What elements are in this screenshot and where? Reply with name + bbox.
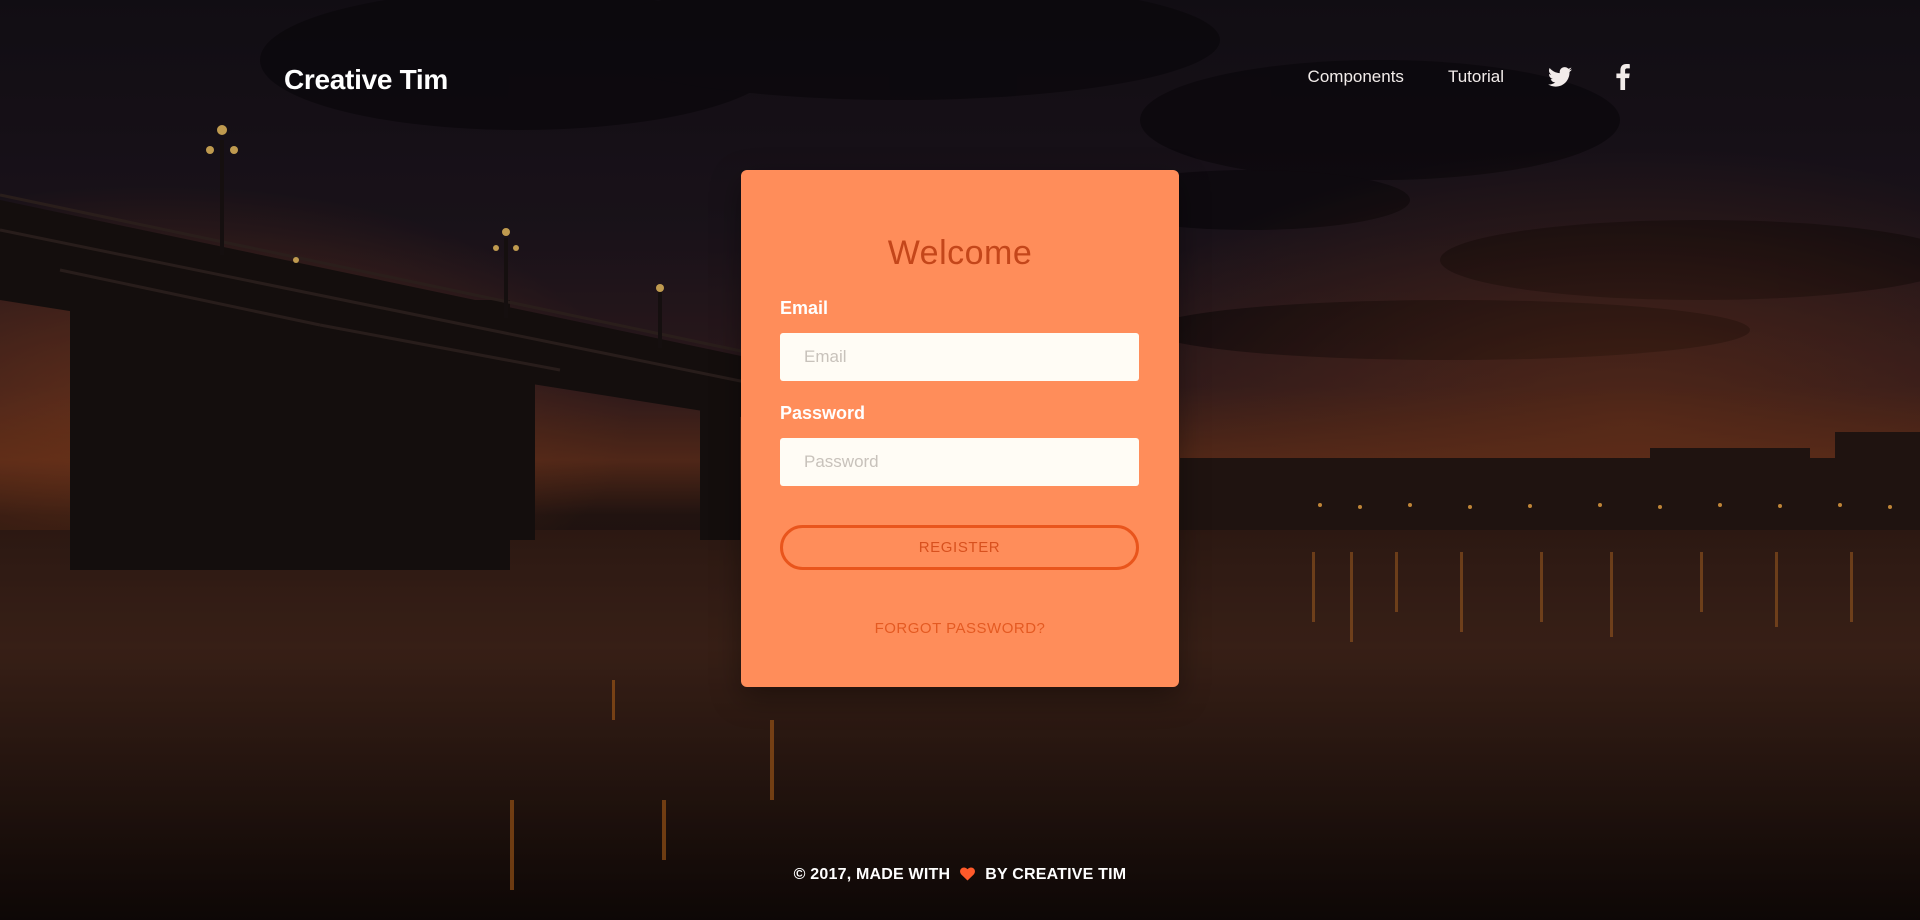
nav-link-components[interactable]: Components [1308, 67, 1404, 87]
page: Creative Tim Components Tutorial Welcome… [0, 0, 1920, 920]
twitter-link[interactable] [1548, 67, 1572, 87]
email-label: Email [780, 298, 829, 318]
register-card: Welcome Email Password REGISTER FORGOT P… [741, 170, 1179, 687]
facebook-icon [1616, 64, 1630, 90]
register-button[interactable]: REGISTER [780, 525, 1139, 570]
email-input[interactable] [780, 333, 1139, 381]
nav-link-tutorial[interactable]: Tutorial [1448, 67, 1504, 87]
heart-icon [960, 867, 976, 886]
password-input[interactable] [780, 438, 1139, 486]
password-label: Password [780, 403, 866, 423]
twitter-icon [1548, 67, 1572, 87]
top-nav: Components Tutorial [1308, 64, 1630, 90]
brand-logo-link[interactable]: Creative Tim [284, 64, 448, 96]
forgot-password-link[interactable]: FORGOT PASSWORD? [741, 620, 1179, 637]
facebook-link[interactable] [1616, 64, 1630, 90]
footer-copyright: © 2017, MADE WITH BY CREATIVE TIM [0, 866, 1920, 886]
card-title: Welcome [887, 234, 1033, 272]
footer-suffix: BY CREATIVE TIM [985, 866, 1127, 883]
footer-prefix: © 2017, MADE WITH [793, 866, 951, 883]
